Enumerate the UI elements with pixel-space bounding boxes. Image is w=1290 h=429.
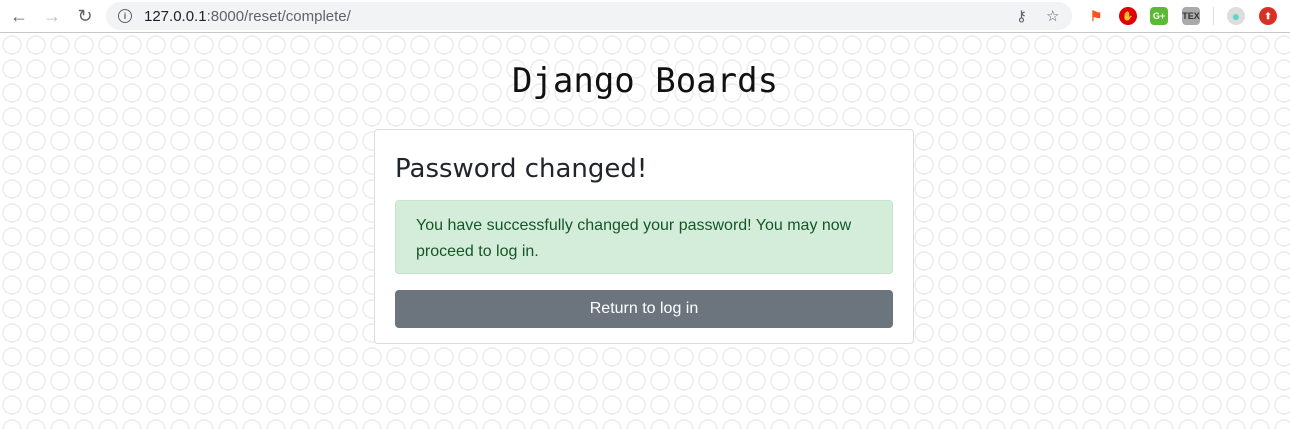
info-icon[interactable]: i [118, 9, 132, 23]
tex-extension-icon[interactable]: TEX [1182, 7, 1200, 25]
forward-icon[interactable]: → [40, 4, 64, 28]
url-path: :8000/reset/complete/ [206, 7, 351, 25]
star-icon[interactable]: ☆ [1046, 7, 1059, 25]
return-to-login-button[interactable]: Return to log in [395, 290, 893, 328]
sitemap-extension-icon[interactable]: ⚑ [1087, 7, 1105, 25]
brand-title[interactable]: Django Boards [0, 61, 1290, 101]
toolbar-divider [1213, 7, 1214, 25]
browser-toolbar: ← → ↻ i 127.0.0.1:8000/reset/complete/ ⚷… [0, 0, 1290, 33]
password-changed-card: Password changed! You have successfully … [374, 129, 914, 344]
success-alert: You have successfully changed your passw… [395, 200, 893, 274]
url-host: 127.0.0.1 [144, 7, 207, 25]
back-icon[interactable]: ← [7, 4, 31, 28]
adblock-extension-icon[interactable]: ✋ [1119, 7, 1137, 25]
address-bar[interactable]: i 127.0.0.1:8000/reset/complete/ ⚷ ☆ [106, 2, 1072, 30]
profile-avatar-icon[interactable]: ● [1227, 7, 1245, 25]
url-text[interactable]: 127.0.0.1:8000/reset/complete/ [144, 8, 351, 25]
page-background: Django Boards Password changed! You have… [0, 33, 1290, 429]
card-title: Password changed! [395, 154, 648, 184]
update-icon[interactable]: ⬆ [1259, 7, 1277, 25]
reload-icon[interactable]: ↻ [73, 4, 97, 28]
google-plus-extension-icon[interactable]: G+ [1150, 7, 1168, 25]
key-icon[interactable]: ⚷ [1016, 7, 1027, 25]
